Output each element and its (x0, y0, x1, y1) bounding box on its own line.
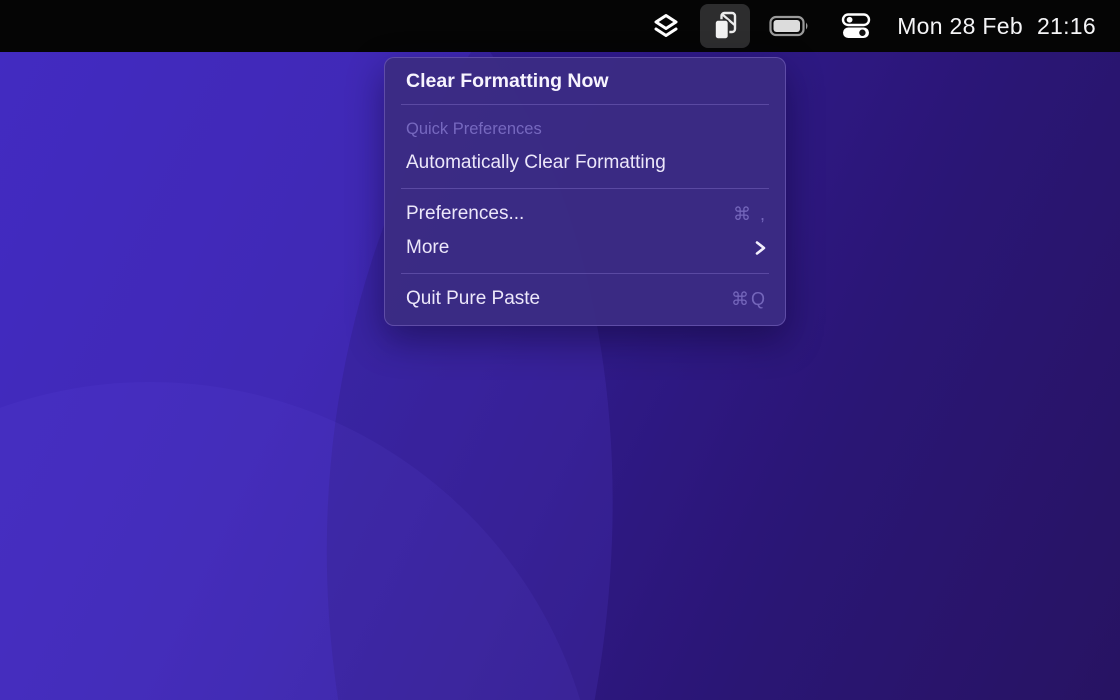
menu-item-label: Preferences... (406, 203, 524, 225)
menu-item-more[interactable]: More (385, 231, 785, 265)
chevron-right-icon (754, 239, 767, 257)
menu-item-label: Quit Pure Paste (406, 288, 540, 310)
menu-section-label: Quick Preferences (406, 120, 542, 139)
menu-separator (401, 104, 769, 105)
pure-paste-menu: Clear Formatting Now Quick Preferences A… (384, 57, 786, 326)
menu-item-preferences[interactable]: Preferences... ⌘ , (385, 197, 785, 231)
keyboard-shortcut: ⌘Q (731, 289, 767, 310)
menu-item-label: Clear Formatting Now (406, 70, 609, 93)
menu-item-quit[interactable]: Quit Pure Paste ⌘Q (385, 282, 785, 316)
menubar-clock[interactable]: Mon 28 Feb 21:16 (891, 4, 1106, 48)
menu-item-clear-formatting-now[interactable]: Clear Formatting Now (385, 58, 785, 104)
menu-bar: Mon 28 Feb 21:16 (0, 0, 1120, 52)
battery-icon (769, 14, 811, 38)
control-center-icon (840, 11, 872, 41)
menu-separator (401, 273, 769, 274)
menu-section-quick-preferences: Quick Preferences (385, 115, 785, 143)
time-label: 21:16 (1037, 13, 1096, 40)
menu-item-automatically-clear-formatting[interactable]: Automatically Clear Formatting (385, 143, 785, 183)
keyboard-shortcut: ⌘ , (733, 204, 767, 225)
menu-separator (401, 188, 769, 189)
menubar-pure-paste-button[interactable] (700, 4, 750, 48)
layers-icon (651, 10, 681, 42)
menubar-control-center-button[interactable] (830, 4, 882, 48)
menu-item-label: Automatically Clear Formatting (406, 152, 666, 174)
menubar-layers-button[interactable] (641, 4, 691, 48)
date-label: Mon 28 Feb (897, 13, 1023, 40)
menu-item-label: More (406, 237, 449, 259)
pure-paste-clipboard-icon (710, 9, 740, 43)
menubar-battery-button[interactable] (759, 4, 821, 48)
